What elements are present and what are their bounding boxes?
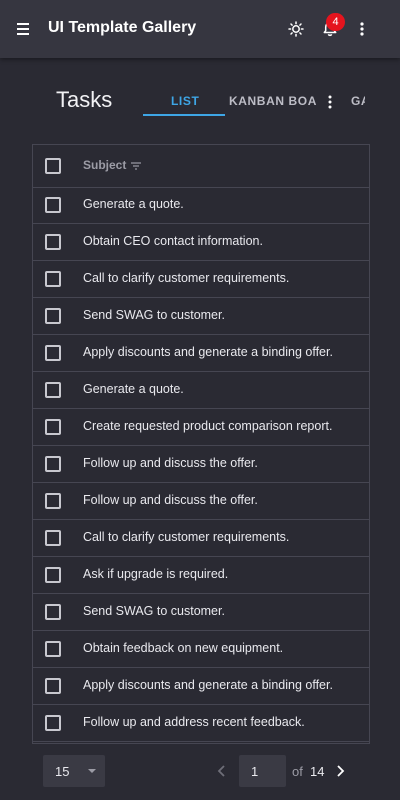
chevron-down-icon (88, 769, 96, 773)
total-pages: 14 (310, 764, 325, 779)
grid-header: Subject (33, 145, 369, 188)
subject-cell: Generate a quote. (83, 382, 184, 396)
tab-more-icon[interactable] (325, 94, 335, 110)
subject-cell: Apply discounts and generate a binding o… (83, 345, 333, 359)
table-row[interactable]: Create requested product comparison repo… (33, 409, 369, 446)
row-checkbox[interactable] (45, 715, 61, 731)
row-checkbox[interactable] (45, 456, 61, 472)
table-row[interactable]: Generate a quote. (33, 187, 369, 224)
table-row[interactable]: Obtain feedback on new equipment. (33, 631, 369, 668)
notification-badge: 4 (326, 13, 345, 31)
of-label: of (292, 764, 303, 779)
page-title: Tasks (56, 87, 113, 112)
table-row[interactable]: Generate a quote. (33, 372, 369, 409)
subject-cell: Obtain CEO contact information. (83, 234, 263, 248)
row-checkbox[interactable] (45, 604, 61, 620)
row-checkbox[interactable] (45, 234, 61, 250)
row-checkbox[interactable] (45, 271, 61, 287)
row-checkbox[interactable] (45, 197, 61, 213)
table-row[interactable]: Send SWAG to customer. (33, 594, 369, 631)
table-row[interactable]: Follow up and address recent feedback. (33, 705, 369, 742)
more-vert-icon[interactable] (352, 19, 372, 39)
chevron-right-icon[interactable] (330, 761, 350, 781)
row-checkbox[interactable] (45, 567, 61, 583)
subject-cell: Ask if upgrade is required. (83, 567, 229, 581)
subject-cell: Send SWAG to customer. (83, 604, 225, 618)
row-checkbox[interactable] (45, 419, 61, 435)
row-checkbox[interactable] (45, 382, 61, 398)
row-checkbox[interactable] (45, 493, 61, 509)
table-row[interactable]: Call to clarify customer requirements. (33, 261, 369, 298)
subject-cell: Call to clarify customer requirements. (83, 530, 290, 544)
tasks-grid: Subject Generate a quote. Obtain CEO con… (32, 144, 370, 744)
row-checkbox[interactable] (45, 678, 61, 694)
tab-list[interactable]: LIST (171, 86, 199, 116)
sun-icon[interactable] (286, 19, 306, 39)
table-row[interactable]: Obtain CEO contact information. (33, 224, 369, 261)
subject-cell: Follow up and address recent feedback. (83, 715, 305, 729)
row-checkbox[interactable] (45, 530, 61, 546)
table-row[interactable]: Apply discounts and generate a binding o… (33, 668, 369, 705)
page-number-input[interactable] (239, 755, 286, 787)
subject-column-header[interactable]: Subject (83, 158, 126, 172)
subject-cell: Generate a quote. (83, 197, 184, 211)
page-size-value: 15 (55, 764, 70, 779)
row-checkbox[interactable] (45, 641, 61, 657)
subject-cell: Apply discounts and generate a binding o… (83, 678, 333, 692)
tab-gantt[interactable]: GA (351, 86, 365, 116)
row-checkbox[interactable] (45, 308, 61, 324)
table-row[interactable]: Follow up and discuss the offer. (33, 483, 369, 520)
subject-cell: Call to clarify customer requirements. (83, 271, 290, 285)
subject-cell: Send SWAG to customer. (83, 308, 225, 322)
filter-icon[interactable] (130, 159, 142, 171)
row-checkbox[interactable] (45, 345, 61, 361)
table-row[interactable]: Call to clarify customer requirements. (33, 520, 369, 557)
tab-kanban-board[interactable]: KANBAN BOARD (229, 86, 317, 116)
chevron-left-icon[interactable] (212, 761, 232, 781)
subject-cell: Obtain feedback on new equipment. (83, 641, 284, 655)
menu-icon[interactable] (14, 19, 34, 39)
subject-cell: Follow up and discuss the offer. (83, 493, 258, 507)
table-row[interactable]: Follow up and discuss the offer. (33, 446, 369, 483)
table-row[interactable]: Apply discounts and generate a binding o… (33, 335, 369, 372)
active-tab-indicator (143, 114, 225, 116)
table-row[interactable]: Send SWAG to customer. (33, 298, 369, 335)
app-title: UI Template Gallery (48, 19, 197, 36)
table-row[interactable]: Ask if upgrade is required. (33, 557, 369, 594)
view-tabs: LIST KANBAN BOARD GA (143, 86, 365, 118)
select-all-checkbox[interactable] (45, 158, 61, 174)
subject-cell: Follow up and discuss the offer. (83, 456, 258, 470)
page-size-select[interactable]: 15 (43, 755, 105, 787)
subject-cell: Create requested product comparison repo… (83, 419, 333, 433)
app-toolbar: UI Template Gallery 4 (0, 0, 400, 58)
